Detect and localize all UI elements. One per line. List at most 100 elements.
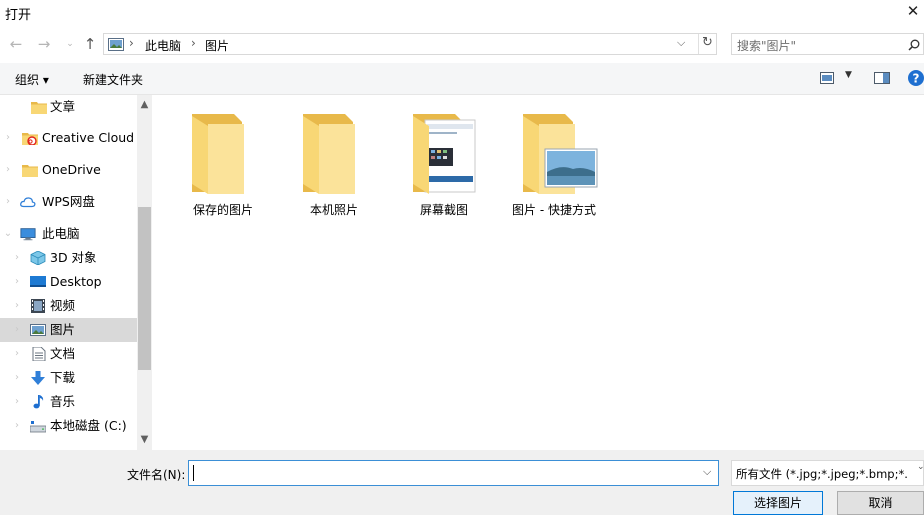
sidebar-item-this-pc[interactable]: ⌄ 此电脑 [0,222,137,246]
file-label: 保存的图片 [192,203,253,217]
chevron-right-icon[interactable]: › [3,126,13,150]
sidebar-item-label: Creative Cloud Files [42,130,137,145]
divider [698,34,699,54]
title-bar: 打开 ✕ [0,0,924,26]
search-icon[interactable] [908,39,920,51]
file-label: 本机照片 [309,203,358,217]
file-label: 屏幕截图 [419,203,468,217]
sidebar-item-wps-drive[interactable]: › WPS网盘 [0,190,137,214]
window-title: 打开 [5,8,32,23]
sidebar-item-label: 本地磁盘 (C:) [50,418,127,433]
sidebar-item-label: 文档 [50,346,76,361]
file-item[interactable]: 保存的图片 [173,106,273,218]
cancel-button[interactable]: 取消 [837,491,924,515]
chevron-right-icon[interactable]: › [12,414,22,438]
sidebar-item-label: OneDrive [42,162,101,177]
chevron-right-icon[interactable]: › [12,390,22,414]
sidebar-item-label: WPS网盘 [42,194,95,209]
folder-icon [303,114,355,194]
sidebar-item-articles[interactable]: 文章 [0,95,137,119]
creative-cloud-icon [22,133,38,145]
organize-button[interactable]: 组织 ▾ [15,71,49,88]
chevron-down-icon[interactable]: ⌵ [677,36,685,50]
chevron-down-icon[interactable]: ⌵ [703,465,711,479]
view-options-icon[interactable] [820,72,834,84]
sidebar-item-downloads[interactable]: › 下载 [0,366,137,390]
search-box[interactable]: 搜索"图片" [731,33,924,55]
sidebar-item-label: 图片 [50,322,76,337]
sidebar-item-label: 视频 [50,298,76,313]
forward-icon[interactable]: → [34,34,54,54]
folder-icon [31,102,47,114]
address-bar[interactable]: › 此电脑 › 图片 ⌵ ↻ [103,33,717,55]
help-icon[interactable]: ? [908,70,924,86]
filename-label: 文件名(N): [127,468,186,482]
close-icon[interactable]: ✕ [904,2,922,20]
sidebar-item-videos[interactable]: › 视频 [0,294,137,318]
drive-icon [30,421,46,433]
breadcrumb-separator: › [129,36,134,50]
chevron-down-icon[interactable]: ⌄ [3,222,13,246]
text-caret [193,465,194,481]
folder-with-screenshot-icon [413,114,476,194]
folder-shortcut-icon [523,114,598,194]
search-input[interactable]: 搜索"图片" [737,37,796,54]
chevron-right-icon[interactable]: › [12,270,22,294]
up-icon[interactable]: ↑ [80,34,100,54]
sidebar-item-label: Desktop [50,274,102,289]
sidebar-item-pictures[interactable]: › 图片 [0,318,137,342]
chevron-right-icon[interactable]: › [3,190,13,214]
file-item[interactable]: 图片 - 快捷方式 [504,106,604,218]
command-bar: 组织 ▾ 新建文件夹 ▼ ? [0,63,924,95]
sidebar-item-label: 下载 [50,370,76,385]
sidebar-item-label: 音乐 [50,394,76,409]
chevron-right-icon[interactable]: › [3,158,13,182]
new-folder-button[interactable]: 新建文件夹 [83,71,143,88]
pictures-icon [108,38,124,51]
breadcrumb-pictures[interactable]: 图片 [205,37,229,54]
recent-locations-icon[interactable]: ⌄ [60,34,80,54]
breadcrumb-this-pc[interactable]: 此电脑 [145,37,181,54]
sidebar-item-local-disk[interactable]: › 本地磁盘 (C:) [0,414,137,438]
preview-pane-icon[interactable] [874,72,890,84]
video-icon [31,299,45,313]
music-icon [33,395,44,409]
desktop-icon [30,276,46,287]
filetype-select[interactable]: 所有文件 (*.jpg;*.jpeg;*.bmp;*. [731,460,924,486]
file-item[interactable]: 本机照片 [284,106,384,218]
sidebar-item-onedrive[interactable]: › OneDrive [0,158,137,182]
sidebar-item-label: 3D 对象 [50,250,97,265]
chevron-right-icon[interactable]: › [12,318,22,342]
folder-icon [192,114,244,194]
document-icon [32,347,46,361]
chevron-down-icon[interactable]: ⌄ [917,462,924,472]
filename-input[interactable]: ⌵ [188,460,719,486]
computer-icon [20,228,36,241]
sidebar-item-documents[interactable]: › 文档 [0,342,137,366]
sidebar-item-label: 此电脑 [42,226,80,241]
scrollbar-thumb[interactable] [138,207,151,370]
open-button[interactable]: 选择图片 [733,491,823,515]
cube-icon [30,251,46,265]
chevron-right-icon[interactable]: › [12,246,22,270]
back-icon[interactable]: ← [6,34,26,54]
filetype-value: 所有文件 (*.jpg;*.jpeg;*.bmp;*. [736,467,908,481]
scroll-up-icon[interactable]: ▲ [137,98,152,112]
chevron-down-icon[interactable]: ▼ [845,70,852,80]
refresh-icon[interactable]: ↻ [702,35,713,50]
file-item[interactable]: 屏幕截图 [394,106,494,218]
chevron-right-icon[interactable]: › [12,342,22,366]
folder-icon [22,165,38,177]
breadcrumb-separator: › [191,36,196,50]
sidebar-item-creative-cloud[interactable]: › Creative Cloud Files [0,126,137,150]
scroll-down-icon[interactable]: ▼ [137,433,152,447]
chevron-right-icon[interactable]: › [12,366,22,390]
sidebar-item-3d-objects[interactable]: › 3D 对象 [0,246,137,270]
navigation-pane: 文章 › Creative Cloud Files › OneDrive › W… [0,95,152,450]
sidebar-item-desktop[interactable]: › Desktop [0,270,137,294]
sidebar-item-label: 文章 [50,99,76,114]
svg-text:?: ? [913,72,920,86]
file-label: 图片 - 快捷方式 [512,203,596,217]
chevron-right-icon[interactable]: › [12,294,22,318]
sidebar-item-music[interactable]: › 音乐 [0,390,137,414]
